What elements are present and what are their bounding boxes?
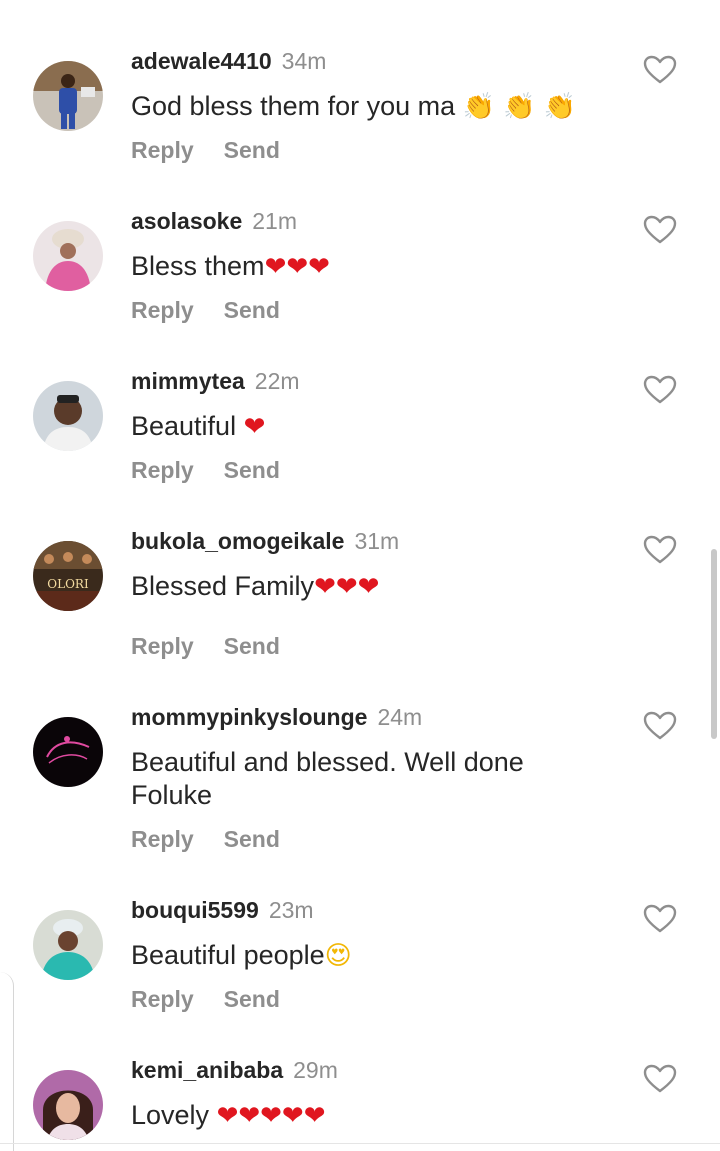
comment-actions: Reply Send bbox=[131, 297, 280, 324]
heart-eyes-emoji-icon: 😍 bbox=[324, 941, 352, 971]
send-button[interactable]: Send bbox=[224, 633, 280, 660]
comment-text: God bless them for you ma 👏 👏 👏 bbox=[131, 90, 601, 124]
comment-text: Bless them❤❤❤ bbox=[131, 250, 601, 284]
heart-outline-icon[interactable] bbox=[643, 55, 677, 85]
send-button[interactable]: Send bbox=[224, 297, 280, 324]
timestamp: 24m bbox=[377, 704, 423, 730]
comment-text: Blessed Family❤❤❤ bbox=[131, 570, 601, 604]
comment-header: mimmytea 22m bbox=[131, 368, 300, 395]
timestamp: 21m bbox=[252, 208, 297, 234]
comment-body: Blessed Family bbox=[131, 571, 315, 601]
comment-text: Beautiful and blessed. Well done Foluke bbox=[131, 746, 601, 812]
comment-header: bukola_omogeikale 31m bbox=[131, 528, 399, 555]
avatar[interactable] bbox=[33, 717, 103, 787]
username[interactable]: asolasoke bbox=[131, 208, 242, 234]
comment-body: Beautiful people bbox=[131, 940, 325, 970]
comment-header: kemi_anibaba 29m bbox=[131, 1057, 338, 1084]
comment-body: Beautiful bbox=[131, 411, 244, 441]
heart-outline-icon[interactable] bbox=[643, 1064, 677, 1094]
avatar[interactable] bbox=[33, 910, 103, 980]
reply-button[interactable]: Reply bbox=[131, 826, 194, 853]
timestamp: 22m bbox=[254, 368, 300, 394]
send-button[interactable]: Send bbox=[224, 457, 280, 484]
clap-emoji-icon: 👏 👏 👏 bbox=[462, 92, 577, 122]
reply-button[interactable]: Reply bbox=[131, 137, 194, 164]
heart-outline-icon[interactable] bbox=[643, 215, 677, 245]
heart-outline-icon[interactable] bbox=[643, 535, 677, 565]
red-heart-emoji-icon: ❤❤❤ bbox=[264, 252, 330, 282]
comment-actions: Reply Send bbox=[131, 457, 280, 484]
timestamp: 23m bbox=[268, 897, 314, 923]
username[interactable]: mommypinkyslounge bbox=[131, 704, 367, 730]
comment-header: asolasoke 21m bbox=[131, 208, 297, 235]
timestamp: 34m bbox=[281, 48, 327, 74]
comment-body: Lovely bbox=[131, 1100, 217, 1130]
username[interactable]: bukola_omogeikale bbox=[131, 528, 344, 554]
reply-button[interactable]: Reply bbox=[131, 297, 194, 324]
red-heart-emoji-icon: ❤ bbox=[243, 412, 266, 442]
avatar[interactable] bbox=[33, 1070, 103, 1140]
comment-actions: Reply Send bbox=[131, 137, 280, 164]
comment-text: Beautiful people😍 bbox=[131, 939, 601, 973]
heart-outline-icon[interactable] bbox=[643, 711, 677, 741]
avatar[interactable]: OLORI bbox=[33, 541, 103, 611]
timestamp: 29m bbox=[293, 1057, 338, 1083]
comment-body: Bless them bbox=[131, 251, 265, 281]
avatar-text: OLORI bbox=[47, 577, 89, 591]
username[interactable]: kemi_anibaba bbox=[131, 1057, 283, 1083]
send-button[interactable]: Send bbox=[224, 986, 280, 1013]
comment-header: mommypinkyslounge 24m bbox=[131, 704, 422, 731]
red-heart-emoji-icon: ❤❤❤❤❤ bbox=[216, 1101, 326, 1131]
comment-header: bouqui5599 23m bbox=[131, 897, 314, 924]
avatar[interactable] bbox=[33, 381, 103, 451]
heart-outline-icon[interactable] bbox=[643, 904, 677, 934]
side-panel-edge bbox=[0, 972, 14, 1151]
reply-button[interactable]: Reply bbox=[131, 633, 194, 660]
comment-actions: Reply Send bbox=[131, 986, 280, 1013]
send-button[interactable]: Send bbox=[224, 826, 280, 853]
comment-text: Lovely ❤❤❤❤❤ bbox=[131, 1099, 601, 1133]
comment-body: God bless them for you ma bbox=[131, 91, 463, 121]
reply-button[interactable]: Reply bbox=[131, 986, 194, 1013]
scrollbar[interactable] bbox=[711, 549, 717, 739]
comment-body: Beautiful and blessed. Well done Foluke bbox=[131, 747, 524, 810]
reply-button[interactable]: Reply bbox=[131, 457, 194, 484]
comment-actions: Reply Send bbox=[131, 826, 280, 853]
comment-text: Beautiful ❤ bbox=[131, 410, 601, 444]
username[interactable]: adewale4410 bbox=[131, 48, 272, 74]
heart-outline-icon[interactable] bbox=[643, 375, 677, 405]
red-heart-emoji-icon: ❤❤❤ bbox=[314, 572, 380, 602]
divider bbox=[0, 1143, 720, 1144]
username[interactable]: bouqui5599 bbox=[131, 897, 259, 923]
avatar[interactable] bbox=[33, 61, 103, 131]
comment-header: adewale4410 34m bbox=[131, 48, 326, 75]
send-button[interactable]: Send bbox=[224, 137, 280, 164]
timestamp: 31m bbox=[354, 528, 400, 554]
comment-actions: Reply Send bbox=[131, 633, 280, 660]
avatar[interactable] bbox=[33, 221, 103, 291]
username[interactable]: mimmytea bbox=[131, 368, 245, 394]
